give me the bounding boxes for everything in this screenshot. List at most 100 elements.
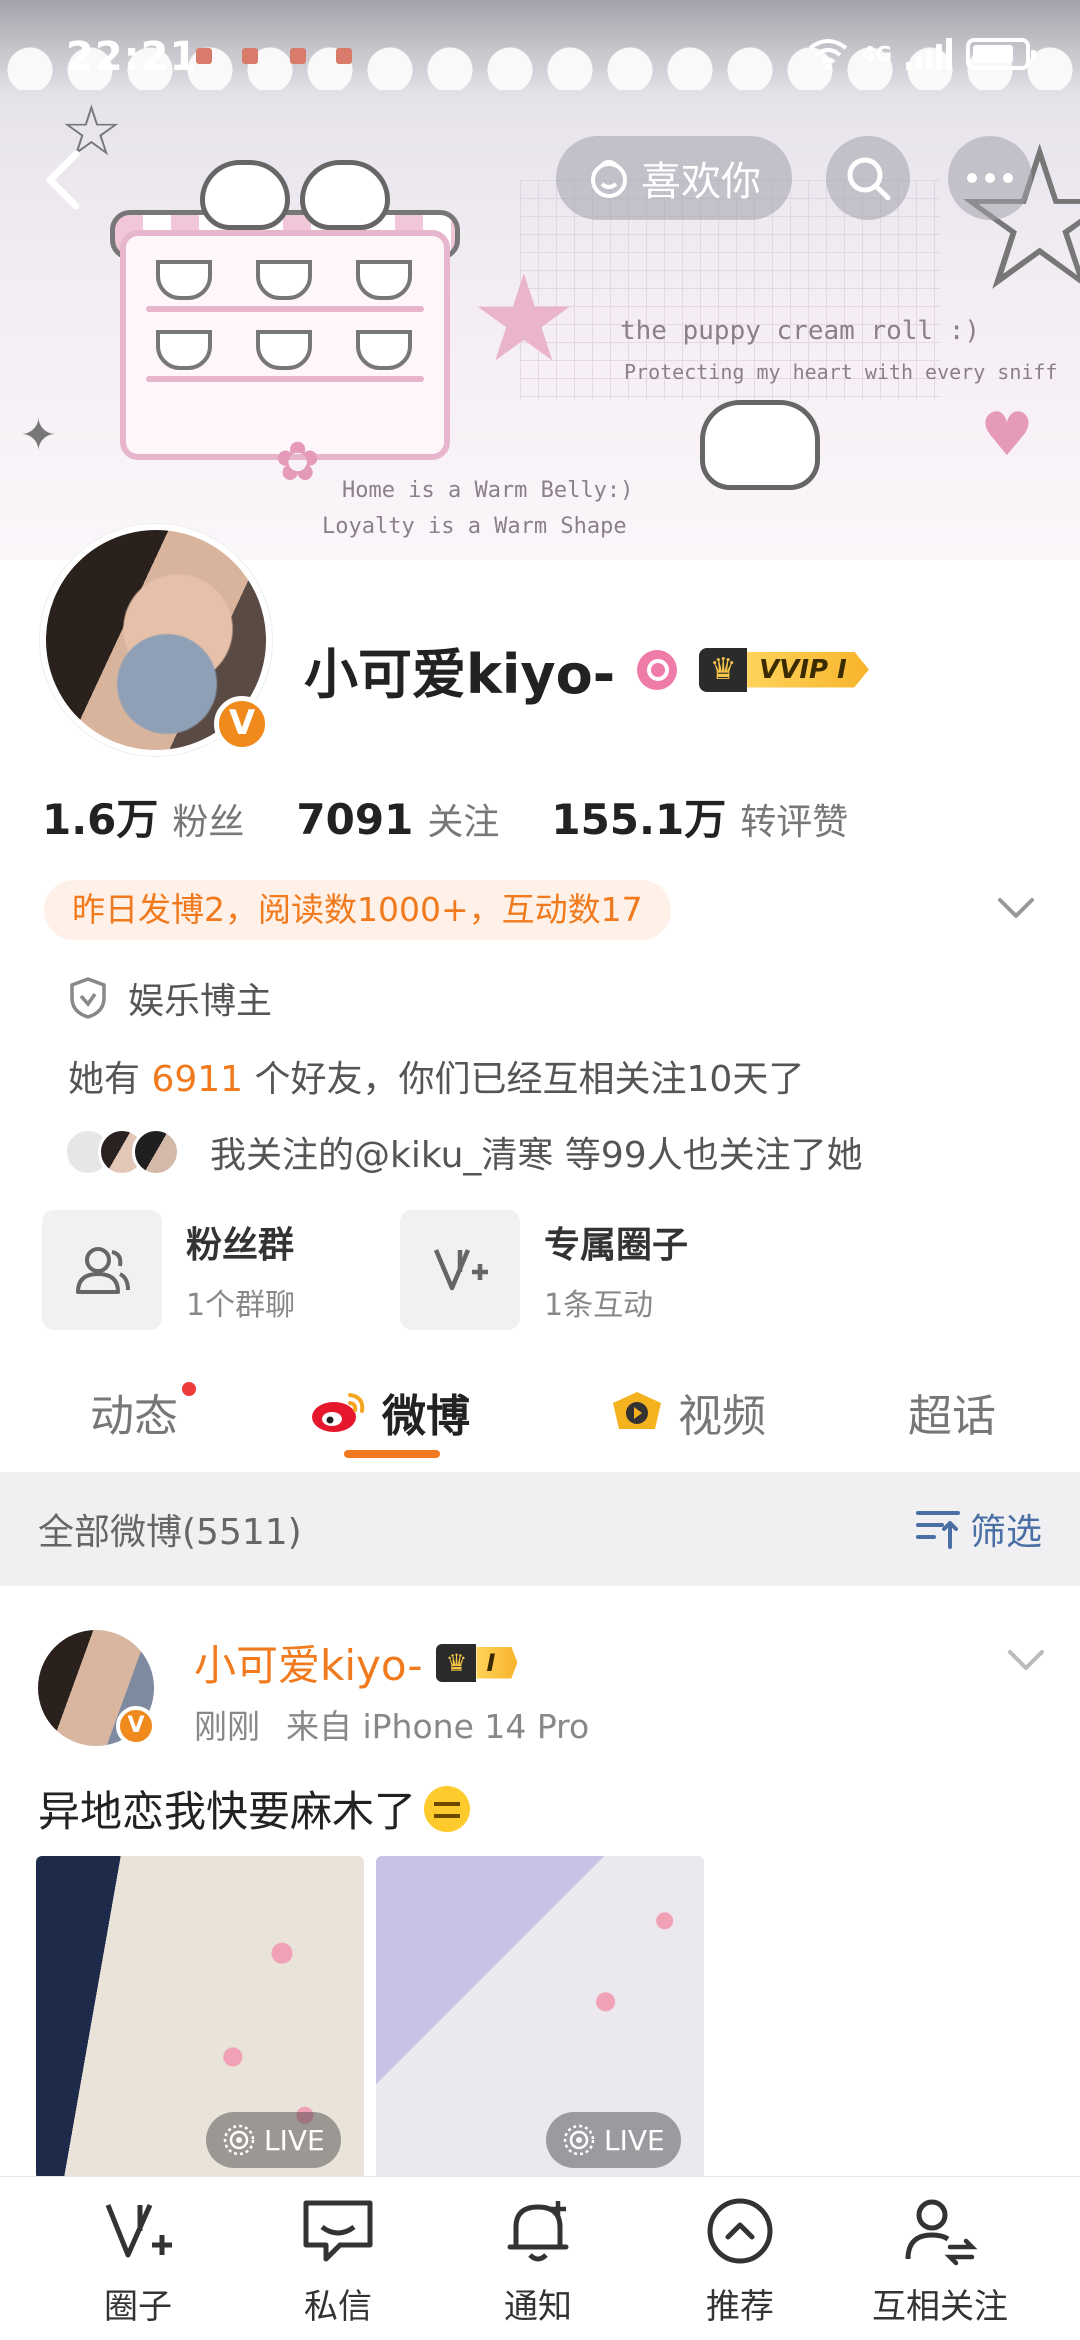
tab-weibo[interactable]: 微博 [310, 1380, 470, 1444]
post-photo[interactable]: LIVE [376, 1856, 704, 2180]
chevron-down-icon[interactable] [996, 892, 1036, 922]
search-icon [847, 157, 891, 201]
post-text[interactable]: 异地恋我快要麻木了 [38, 1778, 471, 1839]
friend-suffix: 个好友，你们已经互相关注10天了 [243, 1059, 805, 1100]
chevron-down-icon[interactable] [1006, 1644, 1046, 1674]
post-photo[interactable]: LIVE [36, 1856, 364, 2180]
decor-text: Loyalty is a Warm Shape [322, 514, 627, 539]
live-photo-icon [223, 2124, 255, 2156]
like-you-button[interactable]: 喜欢你 [556, 136, 792, 220]
vvip-badge[interactable]: ♛ VVIP I [699, 647, 869, 692]
stat-value: 7091 [296, 795, 414, 844]
bottom-nav: 圈子 私信 通知 推荐 互相关注 [0, 2176, 1080, 2340]
tab-video[interactable]: 视频 [610, 1380, 766, 1444]
signal-icon [906, 38, 952, 70]
circle-v-icon [433, 1249, 488, 1291]
new-indicator-dot [182, 1382, 196, 1396]
post-author-name[interactable]: 小可爱kiyo- [194, 1632, 422, 1693]
puppy-illustration [700, 400, 820, 490]
group-subtitle: 1个群聊 [186, 1288, 296, 1323]
chevron-up-circle-icon [707, 2198, 773, 2264]
cat-illustration [300, 160, 390, 230]
role-label: 娱乐博主 [128, 981, 273, 1022]
friend-count[interactable]: 6911 [151, 1059, 243, 1100]
nav-notifications[interactable]: 通知 [438, 2193, 638, 2328]
tab-label: 视频 [678, 1391, 766, 1442]
network-type: 4G [861, 42, 892, 66]
nav-recommend[interactable]: 推荐 [640, 2193, 840, 2328]
exclusive-circle-card[interactable]: 专属圈子 1条互动 [400, 1210, 688, 1330]
username: 小可爱kiyo- [304, 643, 616, 706]
tab-label: 超话 [908, 1391, 996, 1442]
live-photo-badge: LIVE [546, 2112, 681, 2168]
username-row: 小可爱kiyo- ♛ VVIP I [304, 630, 869, 709]
group-title: 粉丝群 [186, 1225, 295, 1266]
post-time: 刚刚 [194, 1707, 260, 1746]
cat-illustration [200, 160, 290, 230]
chevron-left-icon [46, 150, 80, 210]
decor-text: Home is a Warm Belly:) [342, 478, 634, 503]
tab-label: 微博 [382, 1391, 470, 1442]
shield-icon [70, 977, 106, 1019]
tab-super-topic[interactable]: 超话 [908, 1380, 996, 1444]
profile-tabs: 动态 微博 视频 超话 [0, 1360, 1080, 1470]
post-source: 来自 iPhone 14 Pro [286, 1707, 590, 1746]
filter-bar: 全部微博(5511) 筛选 [0, 1472, 1080, 1586]
video-icon [613, 1392, 661, 1429]
post-body: 异地恋我快要麻木了 [38, 1787, 417, 1836]
post-author-row: 小可爱kiyo- ♛ I [194, 1632, 518, 1693]
group-icon-box [400, 1210, 520, 1330]
back-button[interactable] [30, 140, 100, 220]
search-button[interactable] [826, 136, 910, 220]
nav-circle[interactable]: 圈子 [38, 2193, 238, 2328]
more-button[interactable] [948, 136, 1032, 220]
more-dots-icon [967, 173, 1013, 183]
filter-label: 筛选 [969, 1512, 1042, 1553]
notification-icon [290, 48, 306, 64]
person-arrows-icon [905, 2199, 978, 2266]
nav-label: 通知 [504, 2287, 572, 2327]
cake-decoration: ♥ [980, 400, 1034, 470]
vip-label: I [476, 1646, 518, 1679]
crown-icon: ♛ [436, 1643, 477, 1682]
decor-text: Protecting my heart with every sniff [624, 360, 1058, 384]
nav-mutual-follow[interactable]: 互相关注 [840, 2193, 1040, 2328]
friend-info: 她有 6911 个好友，你们已经互相关注10天了 [68, 1050, 804, 1102]
nav-label: 私信 [304, 2287, 372, 2327]
live-photo-badge: LIVE [206, 2112, 341, 2168]
all-posts-count: 全部微博(5511) [38, 1512, 302, 1553]
stat-value: 155.1万 [551, 795, 727, 844]
mutual-follows[interactable]: 我关注的@kiku_清寒 等99人也关注了她 [64, 1126, 863, 1178]
filter-button[interactable]: 筛选 [915, 1503, 1042, 1555]
expressionless-emoji-icon [424, 1785, 471, 1832]
chat-bubble-icon [303, 2200, 373, 2262]
people-icon [76, 1247, 130, 1294]
like-hand-icon [591, 160, 627, 198]
nav-label: 推荐 [706, 2287, 774, 2327]
stat-label: 转评赞 [740, 802, 849, 843]
notification-icon [242, 48, 258, 64]
crown-icon: ♛ [699, 647, 748, 692]
bow-illustration: ✿ [275, 430, 321, 493]
decor-text: the puppy cream roll :) [620, 316, 981, 346]
like-you-label: 喜欢你 [641, 159, 761, 205]
activity-summary[interactable]: 昨日发博2，阅读数1000+，互动数17 [44, 880, 671, 940]
avatar [132, 1128, 180, 1176]
group-subtitle: 1条互动 [544, 1288, 654, 1323]
group-title: 专属圈子 [544, 1225, 689, 1266]
mutual-avatars [64, 1128, 180, 1176]
tab-dynamics[interactable]: 动态 [90, 1380, 178, 1444]
role-row: 娱乐博主 [68, 972, 272, 1024]
filter-icon [915, 1511, 960, 1549]
status-indicators: 4G [808, 38, 1036, 70]
stat-engagement[interactable]: 155.1万 转评赞 [551, 786, 848, 847]
shop-shelf-illustration [120, 230, 450, 460]
nav-messages[interactable]: 私信 [238, 2193, 438, 2328]
fan-group-card[interactable]: 粉丝群 1个群聊 [42, 1210, 295, 1330]
stat-fans[interactable]: 1.6万 粉丝 [42, 786, 244, 847]
vip-badge[interactable]: ♛ I [436, 1643, 518, 1682]
circle-v-plus-icon [105, 2203, 172, 2258]
status-bar: 22:21 4G [0, 0, 1080, 120]
weibo-icon [312, 1393, 365, 1432]
stat-following[interactable]: 7091 关注 [296, 793, 499, 845]
